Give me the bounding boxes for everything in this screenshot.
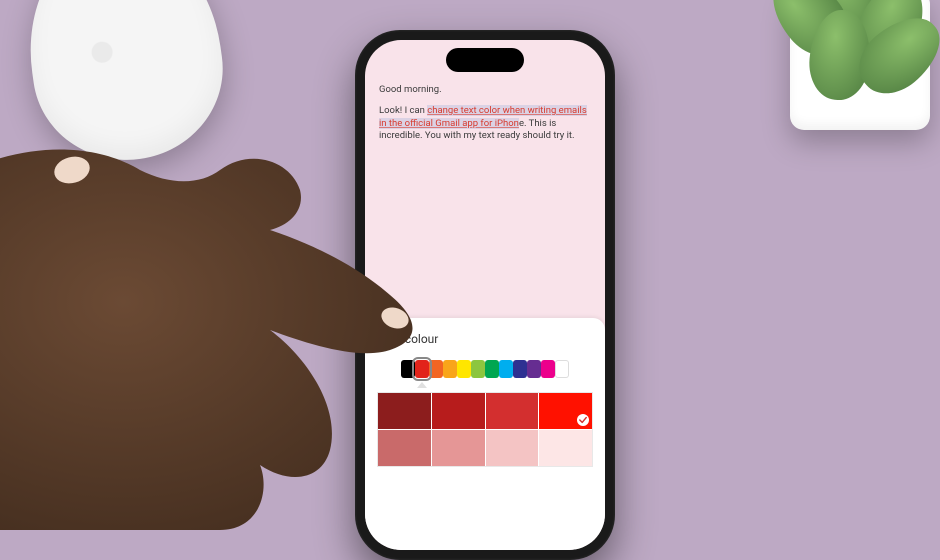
hue-swatch-2[interactable] [429,360,443,378]
check-icon [577,414,589,426]
plant-decoration [770,0,940,160]
shade-swatch-1[interactable] [432,393,485,429]
hue-swatch-1[interactable] [415,360,429,378]
phone-screen: Good morning. Look! I can change text co… [365,40,605,550]
hue-swatch-6[interactable] [485,360,499,378]
compose-paragraph: Look! I can change text color when writi… [379,105,591,143]
hue-swatch-4[interactable] [457,360,471,378]
hue-swatch-5[interactable] [471,360,485,378]
apple-mouse [16,0,235,172]
shade-swatch-0[interactable] [378,393,431,429]
shade-swatch-7[interactable] [539,430,592,466]
iphone-frame: Good morning. Look! I can change text co… [355,30,615,560]
compose-body[interactable]: Good morning. Look! I can change text co… [379,84,591,143]
hue-swatch-7[interactable] [499,360,513,378]
hue-swatch-0[interactable] [401,360,415,378]
hue-row [365,356,605,392]
text-plain-before: Look! I can [379,105,427,116]
picker-title: Text colour [365,328,605,356]
shade-swatch-3[interactable] [539,393,592,429]
hue-swatch-10[interactable] [541,360,555,378]
hue-swatch-9[interactable] [527,360,541,378]
shade-swatch-5[interactable] [432,430,485,466]
shade-swatch-2[interactable] [486,393,539,429]
shade-swatch-4[interactable] [378,430,431,466]
hue-swatch-3[interactable] [443,360,457,378]
shade-swatch-6[interactable] [486,430,539,466]
shade-grid [377,392,593,467]
dynamic-island [446,48,524,72]
text-color-picker: Text colour [365,318,605,550]
compose-greeting: Good morning. [379,84,591,97]
hue-swatch-11[interactable] [555,360,569,378]
hue-swatch-8[interactable] [513,360,527,378]
